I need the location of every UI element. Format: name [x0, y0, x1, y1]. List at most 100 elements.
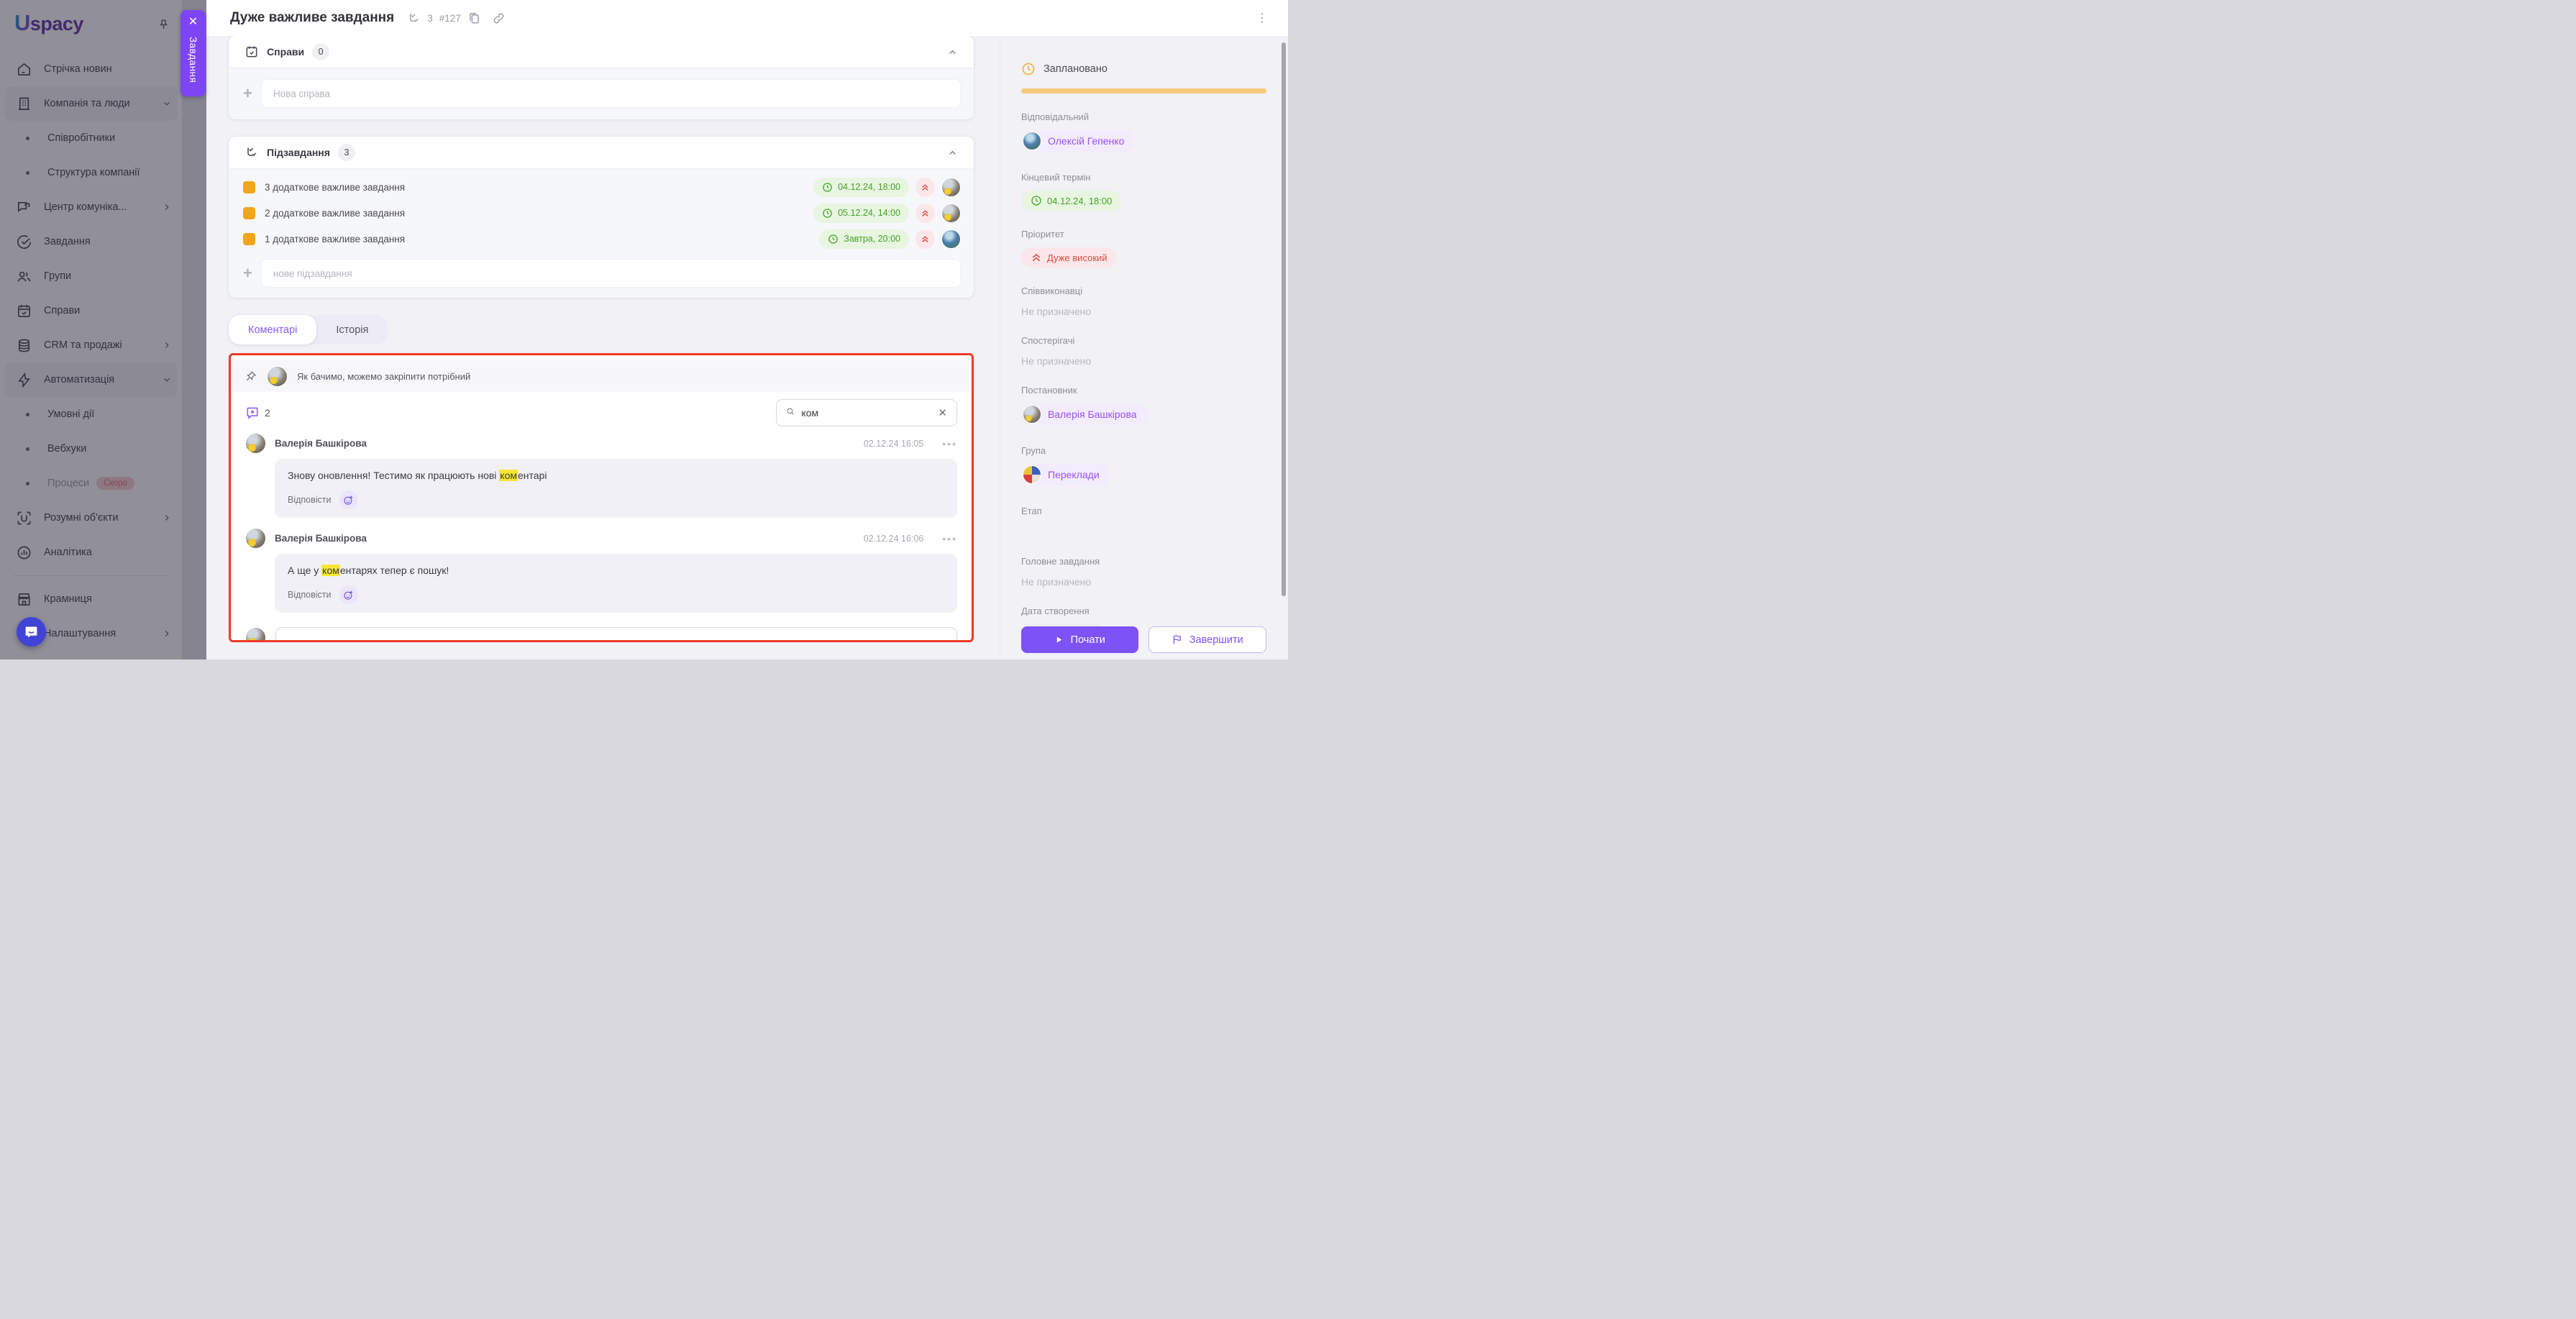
todos-count-badge: 0: [312, 43, 329, 60]
pinned-comment-text: Як бачимо, можемо закріпити потрібний: [297, 371, 470, 382]
support-chat-button[interactable]: [17, 617, 46, 647]
new-subtask-input[interactable]: нове підзавдання: [261, 259, 961, 288]
calendar-check-icon: [245, 45, 259, 59]
todos-card: Справи 0 + Нова справа: [229, 36, 974, 119]
scrollbar-thumb[interactable]: [1282, 42, 1286, 596]
task-body: Справи 0 + Нова справа Підзавдання 3 3 д…: [206, 36, 1000, 660]
watchers-value[interactable]: Не призначено: [1021, 355, 1266, 367]
due-date-pill[interactable]: 04.12.24, 18:00: [813, 178, 909, 197]
subtasks-card: Підзавдання 3 3 додаткове важливе завдан…: [229, 137, 974, 298]
coexecutors-value[interactable]: Не призначено: [1021, 306, 1266, 317]
reply-button[interactable]: Відповісти: [288, 495, 332, 505]
subtask-count: 3: [427, 13, 433, 24]
play-icon: [1054, 635, 1064, 644]
comments-count: 2: [265, 407, 270, 419]
comments-search[interactable]: ✕: [776, 399, 957, 426]
subtask-title: 1 додаткове важливе завдання: [265, 234, 405, 245]
stage-value-empty[interactable]: [1021, 516, 1266, 538]
collapse-icon[interactable]: [947, 47, 958, 58]
comment-time: 02.12.24 16:06: [864, 534, 923, 544]
close-icon[interactable]: ✕: [188, 17, 198, 28]
comments-history-tabs: Коментарі Історія: [229, 315, 388, 344]
field-label: Постановник: [1021, 385, 1266, 396]
deadline-pill[interactable]: 04.12.24, 18:00: [1021, 191, 1121, 211]
comment-menu-button[interactable]: •••: [942, 438, 957, 449]
subtask-row[interactable]: 3 додаткове важливе завдання 04.12.24, 1…: [243, 174, 961, 200]
subtask-row[interactable]: 1 додаткове важливе завдання Завтра, 20:…: [243, 226, 961, 252]
flag-icon: [1171, 634, 1182, 645]
field-label: Дата створення: [1021, 606, 1266, 616]
avatar: [1023, 132, 1041, 150]
todos-title: Справи: [267, 46, 304, 58]
subtask-title: 2 додаткове важливе завдання: [265, 208, 405, 219]
new-todo-input[interactable]: Нова справа: [261, 79, 961, 108]
avatar: [267, 366, 288, 387]
clear-search-icon[interactable]: ✕: [938, 406, 947, 419]
search-input[interactable]: [801, 407, 931, 419]
collapse-icon[interactable]: [947, 147, 958, 158]
start-button[interactable]: Почати: [1021, 626, 1138, 653]
comment-menu-button[interactable]: •••: [942, 533, 957, 544]
assignee-avatar[interactable]: [941, 178, 961, 197]
group-pill[interactable]: Переклади: [1021, 464, 1110, 485]
comment-input[interactable]: [288, 638, 945, 643]
comment: Валерія Башкірова 02.12.24 16:06 ••• А щ…: [231, 524, 972, 613]
modal-scrim[interactable]: [0, 0, 206, 660]
subtasks-icon: [245, 145, 259, 160]
avatar: [245, 627, 266, 642]
comments-panel: Як бачимо, можемо закріпити потрібний 2 …: [229, 353, 974, 642]
subtasks-icon: [407, 12, 421, 25]
status-text: Заплановано: [1043, 63, 1107, 75]
priority-pill[interactable]: Дуже високий: [1021, 247, 1117, 268]
link-icon[interactable]: [492, 12, 506, 25]
subtasks-title: Підзавдання: [267, 147, 330, 158]
status-clock-icon: [1021, 62, 1036, 76]
comment-bubble: А ще у коментарях тепер є пошук! Відпові…: [275, 554, 957, 613]
responsible-pill[interactable]: Олексій Гепенко: [1021, 130, 1135, 152]
app-screen: Uspacy Стрічка новин Компанія та люди: [0, 0, 1288, 660]
pinned-comment[interactable]: Як бачимо, можемо закріпити потрібний: [231, 360, 972, 392]
subtask-row[interactable]: 2 додаткове важливе завдання 05.12.24, 1…: [243, 200, 961, 226]
status-checkbox[interactable]: [243, 207, 255, 219]
priority-icon: [915, 178, 935, 197]
drawer-tab-label: Завдання: [188, 37, 198, 83]
field-label: Співвиконавці: [1021, 286, 1266, 296]
field-label: Кінцевий термін: [1021, 172, 1266, 183]
assignee-avatar[interactable]: [941, 229, 961, 249]
tab-history[interactable]: Історія: [316, 315, 388, 344]
status-checkbox[interactable]: [243, 181, 255, 193]
author-pill[interactable]: Валерія Башкірова: [1021, 403, 1148, 425]
task-header: Дуже важливе завдання 3 #127 ⋮: [206, 0, 1288, 36]
task-details-panel: Заплановано Відповідальний Олексій Гепен…: [1000, 36, 1288, 660]
pin-icon: [245, 370, 257, 383]
header-menu-button[interactable]: ⋮: [1256, 17, 1268, 20]
avatar: [245, 528, 266, 549]
reply-button[interactable]: Відповісти: [288, 590, 332, 600]
finish-button[interactable]: Завершити: [1148, 626, 1267, 653]
status-checkbox[interactable]: [243, 233, 255, 245]
comment-author: Валерія Башкірова: [275, 533, 367, 544]
group-avatar: [1023, 465, 1041, 484]
comment-author: Валерія Башкірова: [275, 438, 367, 449]
due-date-pill[interactable]: Завтра, 20:00: [819, 229, 909, 249]
search-highlight: ком: [321, 565, 340, 576]
add-reaction-icon[interactable]: [339, 585, 358, 604]
add-reaction-icon[interactable]: [339, 490, 358, 509]
field-label: Пріоритет: [1021, 229, 1266, 239]
copy-icon[interactable]: [467, 12, 481, 25]
field-label: Головне завдання: [1021, 556, 1266, 567]
task-number: #127: [439, 13, 461, 24]
task-title: Дуже важливе завдання: [230, 10, 394, 26]
avatar: [245, 433, 266, 454]
parent-task-value[interactable]: Не призначено: [1021, 576, 1266, 588]
status-progress-bar: [1021, 88, 1266, 93]
field-label: Спостерігачі: [1021, 335, 1266, 346]
avatar: [1023, 405, 1041, 424]
tab-comments[interactable]: Коментарі: [229, 315, 316, 344]
assignee-avatar[interactable]: [941, 204, 961, 223]
due-date-pill[interactable]: 05.12.24, 14:00: [813, 204, 909, 223]
task-drawer-tab[interactable]: ✕ Завдання: [181, 10, 206, 96]
new-comment-field[interactable]: [275, 627, 957, 642]
field-label: Етап: [1021, 506, 1266, 516]
search-highlight: ком: [499, 470, 518, 481]
